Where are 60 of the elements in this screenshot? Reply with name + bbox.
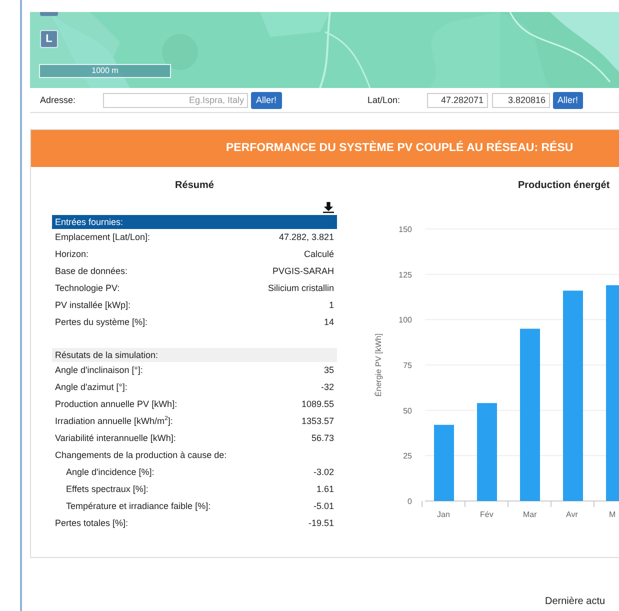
section-header: Entrées fournies: [52,215,337,229]
row-value: 1089.55 [301,398,334,411]
row-label: Angle d'azimut [°]: [55,381,128,394]
longitude-field[interactable]: 3.820816 [492,92,550,108]
address-field[interactable]: Eg.Ispra, Italy [103,92,248,108]
row-label: Irradiation annuelle [kWh/m$^{2}$]: [55,414,173,428]
row-value: -3.02 [313,466,334,479]
row-label: Angle d'inclinaison [°]: [55,364,143,377]
row-label: Pertes totales [%]: [55,517,128,530]
row-value: 14 [324,316,334,329]
row-label: Variabilité interannuelle [kWh]: [55,432,176,445]
x-tick-label: M [609,510,616,519]
download-icon[interactable] [323,202,334,213]
row-label: PV installée [kWp]: [55,299,131,312]
go-button[interactable]: Aller! [552,92,584,108]
row-label: Emplacement [Lat/Lon]: [55,231,150,244]
address-label: Adresse: [40,95,77,105]
scale-bar: 1000 m [39,64,171,78]
x-tick-label: Mar [523,510,537,519]
panel-header: PERFORMANCE DU SYSTÈME PV COUPLÉ AU RÉSEAU: RÉSU [31,130,619,167]
row-value: 56.73 [311,432,334,445]
y-tick-label: 75 [403,361,412,370]
summary-title: Résumé [174,180,215,193]
row-label: Production annuelle PV [kWh]: [55,398,178,411]
row-label: Technologie PV: [55,282,120,295]
row-label: Angle d'incidence [%]: [66,466,154,479]
row-label: Base de données: [55,265,128,278]
y-tick-label: 25 [403,452,412,461]
chart-title: Production énergét [517,180,611,193]
row-value: 35 [324,364,334,377]
row-value: PVGIS-SARAH [272,265,334,278]
section-header: Résutats de la simulation: [52,348,337,362]
layer-button[interactable]: L [40,30,58,48]
y-tick-label: 0 [408,497,412,506]
x-tick-label: Fév [480,510,494,519]
row-label: Température et irradiance faible [%]: [66,500,211,513]
x-tick-label: Avr [566,510,578,519]
row-value: 47.282, 3.821 [278,231,334,244]
y-tick-label: 100 [398,316,412,325]
row-value: 1 [328,299,334,312]
row-label: Changements de la production à cause de: [55,449,227,462]
row-label: Pertes du système [%]: [55,316,148,329]
y-axis-label: Énergie PV [kWh] [374,333,383,397]
row-value: -32 [320,381,334,394]
y-tick-label: 50 [403,406,412,416]
row-value: -19.51 [308,517,334,530]
latitude-field[interactable]: 47.282071 [426,92,488,108]
row-value: 1.61 [316,483,334,496]
y-tick-label: 125 [398,270,412,280]
footer-text: Dernière actu [544,596,606,607]
row-label: Horizon: [55,248,89,261]
go-button[interactable]: Aller! [251,92,282,108]
y-tick-label: 150 [398,225,412,234]
row-label: Effets spectraux [%]: [66,483,148,496]
x-tick-label: Jan [437,510,450,519]
row-value: Calculé [304,248,334,261]
row-value: -5.01 [313,500,334,513]
row-value: 1353.57 [301,415,334,428]
lat-lon-label: Lat/Lon: [368,95,402,105]
row-value: Silicium cristallin [268,282,334,295]
